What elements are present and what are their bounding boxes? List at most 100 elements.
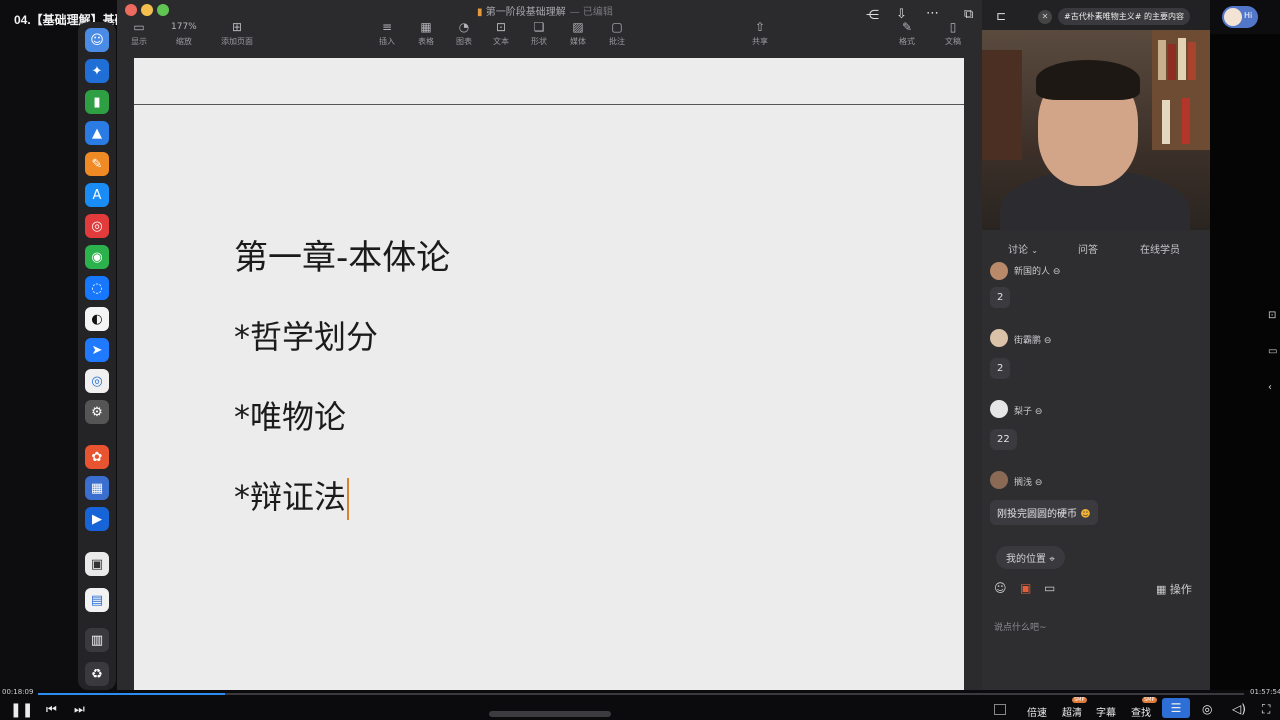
zoom-menu[interactable]: 177% 缩放: [171, 20, 197, 47]
shape-button[interactable]: ❏ 形状: [531, 20, 547, 47]
media-button[interactable]: ▨ 媒体: [570, 20, 586, 47]
safari-icon[interactable]: ✦: [85, 59, 109, 83]
emoji-icon: ⊖: [1043, 336, 1052, 346]
pages-icon[interactable]: ✎: [85, 152, 109, 176]
finder-icon[interactable]: ☺: [85, 28, 109, 52]
collapse-icon[interactable]: ‹: [1268, 382, 1272, 393]
document-page[interactable]: 第一章-本体论 *哲学划分 *唯物论 *辩证法: [134, 58, 964, 690]
document-button[interactable]: ▯ 文稿: [945, 20, 961, 47]
avatar-hi-button[interactable]: Hi: [1222, 6, 1258, 28]
bullet-line-3[interactable]: *辩证法: [234, 478, 346, 516]
danmaku-toggle[interactable]: [994, 704, 1006, 715]
search-button[interactable]: 查找: [1131, 704, 1151, 719]
subtitles-button[interactable]: 字幕: [1096, 704, 1116, 719]
gift-icon[interactable]: ▣: [1020, 581, 1031, 595]
share-video-icon[interactable]: ⋲: [866, 8, 879, 23]
tab-discussion[interactable]: 讨论 ⌄: [1008, 241, 1038, 256]
pip-icon[interactable]: ⧉: [964, 7, 973, 22]
netease-music-icon[interactable]: ◎: [85, 214, 109, 238]
volume-icon[interactable]: ◁): [1232, 702, 1246, 716]
fullscreen-icon[interactable]: ⛶: [1262, 702, 1270, 717]
table-icon: ▦: [420, 20, 432, 34]
bullet-line-2[interactable]: *唯物论: [234, 392, 346, 438]
settings-gear-icon[interactable]: ◎: [1202, 702, 1212, 716]
speed-button[interactable]: 倍速: [1027, 704, 1047, 719]
notes-icon[interactable]: ▭: [1268, 346, 1277, 357]
tencent-meeting-icon[interactable]: ▶: [85, 507, 109, 531]
pause-icon[interactable]: ❚❚: [10, 702, 33, 718]
quality-badge: SMP: [1072, 697, 1087, 703]
document-thumbnail-icon[interactable]: ▤: [85, 588, 109, 612]
format-label: 格式: [899, 37, 915, 46]
author-name: 梨子: [1014, 407, 1033, 417]
message-author: 搁浅 ⊖: [1014, 475, 1042, 488]
add-page-label: 添加页面: [221, 37, 253, 46]
folder-icon[interactable]: ▭: [1044, 581, 1055, 595]
photo-thumbnail-icon[interactable]: ▣: [85, 552, 109, 576]
comment-button[interactable]: ▢ 批注: [609, 20, 625, 47]
zoom-window-button[interactable]: [157, 4, 169, 16]
close-topic-icon[interactable]: ✕: [1038, 10, 1052, 24]
trash-icon[interactable]: ♻: [85, 662, 109, 686]
operate-label: 操作: [1169, 583, 1192, 596]
playlist-icon[interactable]: ☰: [1162, 698, 1190, 718]
qq-icon[interactable]: ◐: [85, 307, 109, 331]
ai-icon[interactable]: ⊡: [1268, 310, 1276, 321]
settings-icon[interactable]: ⚙: [85, 400, 109, 424]
media-icon: ▨: [572, 20, 584, 34]
book: [1168, 44, 1176, 80]
format-button[interactable]: ✎ 格式: [899, 20, 915, 47]
zoom-value: 177%: [171, 22, 197, 32]
chart-icon: ◔: [458, 20, 470, 34]
avatar: [990, 262, 1008, 280]
photos-app-icon[interactable]: ✿: [85, 445, 109, 469]
browser-icon[interactable]: ◌: [85, 276, 109, 300]
wechat-icon[interactable]: ◉: [85, 245, 109, 269]
preview-icon[interactable]: ▦: [85, 476, 109, 500]
more-icon[interactable]: ⋯: [926, 6, 939, 21]
emoji-icon: ⊖: [1052, 267, 1061, 277]
keynote-icon[interactable]: ▲: [85, 121, 109, 145]
share-button[interactable]: ⇧ 共享: [752, 20, 768, 47]
chapter-heading[interactable]: 第一章-本体论: [234, 230, 450, 279]
progress-fill: [38, 693, 225, 695]
message-bubble: 22: [990, 429, 1017, 450]
text-button[interactable]: ⊡ 文本: [493, 20, 509, 47]
minimize-window-button[interactable]: [141, 4, 153, 16]
add-page-icon: ⊞: [231, 20, 243, 34]
progress-bar[interactable]: [38, 693, 1244, 695]
emoji-button[interactable]: ☺: [994, 581, 1007, 595]
bullet-line-3-wrapper[interactable]: *辩证法: [234, 472, 350, 520]
exit-icon[interactable]: ⊏: [996, 9, 1006, 23]
operate-button[interactable]: ▦ 操作: [1156, 581, 1192, 597]
view-button[interactable]: ▭ 显示: [131, 20, 147, 47]
feishu-icon[interactable]: ➤: [85, 338, 109, 362]
my-location-chip[interactable]: 我的位置 ⌖: [996, 546, 1065, 569]
home-indicator: [489, 711, 611, 717]
search-app-icon[interactable]: ◎: [85, 369, 109, 393]
download-icon[interactable]: ⇩: [896, 7, 907, 22]
quality-button[interactable]: 超清: [1062, 704, 1082, 719]
message-text: 刚投完圆圆的硬币: [997, 509, 1077, 520]
current-time: 00:18:09: [2, 688, 34, 696]
tab-qa[interactable]: 问答: [1078, 241, 1098, 256]
book: [1162, 100, 1170, 144]
bullet-line-1[interactable]: *哲学划分: [234, 312, 378, 358]
insert-button[interactable]: ≡ 插入: [379, 20, 395, 47]
text-box-icon: ⊡: [495, 20, 507, 34]
close-window-button[interactable]: [125, 4, 137, 16]
tab-online-students[interactable]: 在线学员: [1140, 241, 1180, 256]
topic-pill[interactable]: #古代朴素唯物主义# 的主要内容: [1058, 8, 1190, 25]
edited-status: — 已编辑: [569, 7, 613, 18]
next-icon[interactable]: ⏭: [74, 702, 85, 717]
panel-topbar: ⊏ ✕ #古代朴素唯物主义# 的主要内容: [982, 0, 1210, 34]
header-rule: [134, 104, 964, 105]
table-button[interactable]: ▦ 表格: [418, 20, 434, 47]
previous-icon[interactable]: ⏮: [46, 702, 57, 717]
chart-button[interactable]: ◔ 图表: [456, 20, 472, 47]
numbers-icon[interactable]: ▮: [85, 90, 109, 114]
folder-stack-icon[interactable]: ▥: [85, 628, 109, 652]
app-store-icon[interactable]: A: [85, 183, 109, 207]
add-page-button[interactable]: ⊞ 添加页面: [221, 20, 253, 47]
chat-input[interactable]: 说点什么吧~: [994, 620, 1047, 633]
